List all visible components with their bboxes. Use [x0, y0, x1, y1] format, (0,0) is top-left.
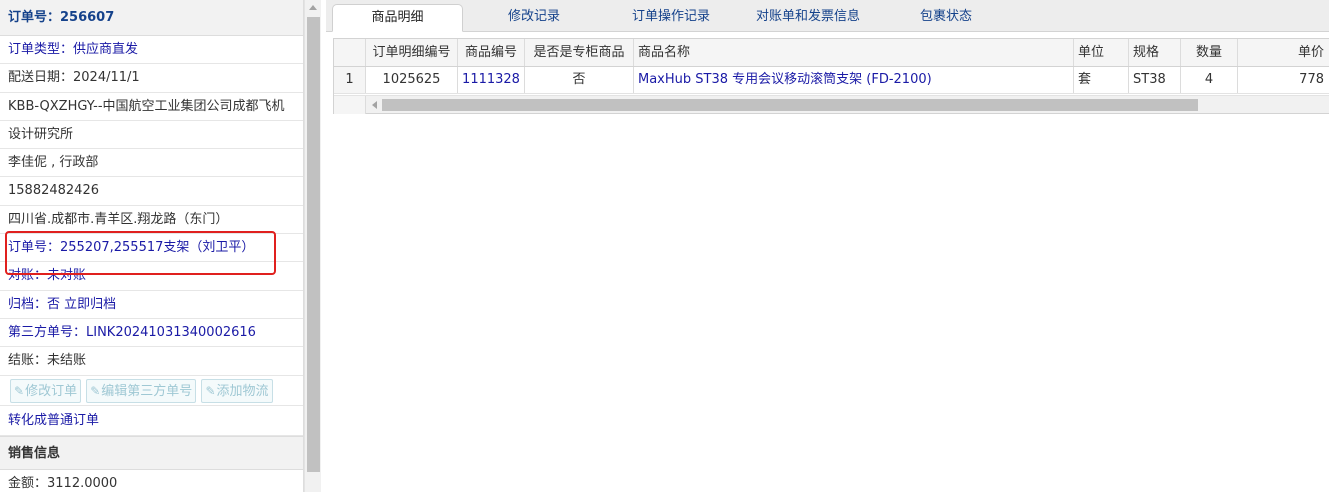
header-is-counter[interactable]: 是否是专柜商品	[525, 39, 634, 66]
grid-header-row: 订单明细编号 商品编号 是否是专柜商品 商品名称 单位 规格 数量 单价	[334, 39, 1329, 67]
customer-name-line2: 设计研究所	[0, 121, 303, 150]
scrollbar-thumb[interactable]	[307, 17, 320, 472]
edit-third-party-button[interactable]: ✎编辑第三方单号	[86, 378, 197, 403]
order-type: 订单类型：供应商直发	[0, 36, 303, 65]
edit-order-label: 修改订单	[25, 383, 78, 399]
header-unit[interactable]: 单位	[1074, 39, 1129, 66]
cell-unit-price: 778	[1299, 72, 1324, 87]
header-product-name[interactable]: 商品名称	[634, 39, 1074, 66]
cell-unit: 套	[1074, 67, 1129, 93]
tab-package-status[interactable]: 包裹状态	[886, 4, 1006, 32]
header-product-id[interactable]: 商品编号	[458, 39, 525, 66]
archive-value: 否	[47, 296, 61, 312]
product-detail-grid: 订单明细编号 商品编号 是否是专柜商品 商品名称 单位 规格 数量 单价 1 1…	[333, 38, 1329, 114]
cell-is-counter: 否	[525, 67, 634, 93]
cell-product-id-link[interactable]: 1111328	[458, 67, 525, 93]
sales-info-section-title: 销售信息	[0, 435, 303, 470]
table-row[interactable]: 1 1025625 1111328 否 MaxHub ST38 专用会议移动滚筒…	[334, 67, 1329, 94]
archive-now-link[interactable]: 立即归档	[64, 297, 116, 312]
header-unit-price[interactable]: 单价	[1238, 39, 1329, 66]
third-party-number: 第三方单号：LINK20241031340002616	[0, 319, 303, 348]
grid-horizontal-scrollbar[interactable]	[334, 95, 1329, 114]
edit-third-party-label: 编辑第三方单号	[101, 383, 193, 399]
delivery-date: 配送日期：2024/11/1	[0, 64, 303, 93]
tab-product-details[interactable]: 商品明细	[332, 4, 463, 32]
row-number: 1	[334, 67, 366, 93]
order-amount: 金额：3112.0000	[0, 470, 303, 492]
order-number-header: 订单号：256607	[0, 0, 303, 36]
cell-detail-id: 1025625	[366, 67, 458, 93]
convert-to-normal-order-link[interactable]: 转化成普通订单	[0, 406, 303, 436]
header-row-number	[334, 39, 366, 66]
left-panel-scrollbar[interactable]	[304, 0, 321, 492]
arrow-left-icon[interactable]	[372, 101, 377, 109]
order-items-area: 商品明细 修改记录 订单操作记录 对账单和发票信息 包裹状态 订单明细编号 商品…	[326, 0, 1329, 492]
delivery-address: 四川省.成都市.青羊区.翔龙路（东门）	[0, 206, 303, 235]
add-logistics-button[interactable]: ✎添加物流	[201, 378, 273, 403]
cell-product-name-link[interactable]: MaxHub ST38 专用会议移动滚筒支架 (FD-2100)	[634, 67, 1074, 93]
edit-order-button[interactable]: ✎修改订单	[10, 378, 82, 403]
annotation-highlight-box	[5, 231, 276, 275]
contact-phone: 15882482426	[0, 177, 303, 206]
customer-name-line1: KBB-QXZHGY--中国航空工业集团公司成都飞机	[0, 93, 303, 121]
header-spec[interactable]: 规格	[1129, 39, 1181, 66]
pencil-icon: ✎	[90, 383, 101, 398]
order-action-buttons: ✎修改订单 ✎编辑第三方单号 ✎添加物流	[0, 376, 303, 406]
header-detail-id[interactable]: 订单明细编号	[366, 39, 458, 66]
cell-spec: ST38	[1129, 67, 1181, 93]
contact-person: 李佳伲 , 行政部	[0, 149, 303, 178]
tab-order-operation-log[interactable]: 订单操作记录	[606, 4, 736, 32]
tab-statement-invoice[interactable]: 对账单和发票信息	[740, 4, 876, 32]
pencil-icon: ✎	[14, 383, 25, 398]
settlement-status: 结账：未结账	[0, 347, 303, 376]
horizontal-scrollbar-thumb[interactable]	[382, 99, 1198, 111]
cell-quantity: 4	[1181, 67, 1238, 93]
arrow-up-icon[interactable]	[309, 5, 317, 10]
archive-label: 归档：	[8, 296, 48, 312]
scrollbar-corner	[334, 96, 366, 114]
add-logistics-label: 添加物流	[216, 383, 269, 399]
pencil-icon: ✎	[205, 383, 216, 398]
tab-change-log[interactable]: 修改记录	[474, 4, 594, 32]
tab-bar: 商品明细 修改记录 订单操作记录 对账单和发票信息 包裹状态	[326, 0, 1329, 32]
header-quantity[interactable]: 数量	[1181, 39, 1238, 66]
archive-status: 归档：否 立即归档	[0, 291, 303, 319]
